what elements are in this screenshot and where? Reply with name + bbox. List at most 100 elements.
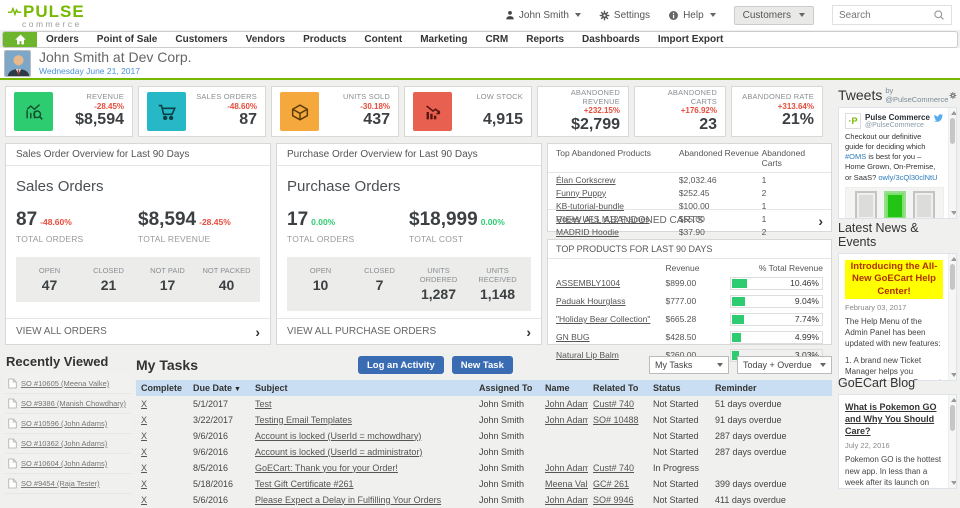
task-related-link[interactable]: GC# 261 bbox=[593, 479, 629, 489]
kpi-card-units-sold[interactable]: UNITS SOLD -30.18% 437 bbox=[271, 86, 399, 137]
top-product-link[interactable]: Paduak Hourglass bbox=[556, 296, 625, 306]
search-icon[interactable] bbox=[933, 9, 945, 21]
task-complete-link[interactable]: X bbox=[141, 399, 147, 409]
task-related-link[interactable]: Cust# 740 bbox=[593, 399, 634, 409]
tweets-settings-icon[interactable] bbox=[949, 91, 957, 100]
abandoned-product-link[interactable]: Élan Corkscrew bbox=[556, 175, 616, 185]
kpi-card-abandoned-carts[interactable]: ABANDONED CARTS +176.92% 23 bbox=[634, 86, 726, 137]
kpi-card-abandoned-revenue[interactable]: ABANDONED REVENUE +232.15% $2,799 bbox=[537, 86, 629, 137]
view-all-orders-link[interactable]: VIEW ALL ORDERS› bbox=[6, 318, 270, 344]
recently-viewed-item[interactable]: SO #10362 (John Adams) bbox=[5, 434, 131, 454]
document-icon bbox=[8, 378, 17, 389]
new-task-button[interactable]: New Task bbox=[452, 356, 513, 374]
recently-viewed-item[interactable]: SO #10596 (John Adams) bbox=[5, 414, 131, 434]
purchase-stat: UNITS RECEIVED 1,148 bbox=[468, 266, 527, 302]
task-complete-link[interactable]: X bbox=[141, 431, 147, 441]
settings-menu[interactable]: Settings bbox=[599, 10, 650, 21]
tasks-table: Complete Due Date▼ Subject Assigned To N… bbox=[136, 380, 832, 508]
col-due-date[interactable]: Due Date▼ bbox=[188, 380, 250, 396]
view-all-purchase-orders-link[interactable]: VIEW ALL PURCHASE ORDERS› bbox=[277, 318, 541, 344]
task-related-link[interactable]: SO# 10488 bbox=[593, 415, 639, 425]
kpi-card-low-stock[interactable]: LOW STOCK 4,915 bbox=[404, 86, 532, 137]
nav-item[interactable]: Point of Sale bbox=[88, 32, 167, 47]
kpi-card-sales-orders[interactable]: SALES ORDERS -48.60% 87 bbox=[138, 86, 266, 137]
top-product-link[interactable]: GN BUG bbox=[556, 332, 590, 342]
task-complete-link[interactable]: X bbox=[141, 463, 147, 473]
task-name-link[interactable]: John Adams bbox=[545, 399, 588, 409]
nav-item[interactable]: Reports bbox=[517, 32, 573, 47]
task-complete-link[interactable]: X bbox=[141, 495, 147, 505]
home-button[interactable] bbox=[3, 32, 37, 47]
nav-item[interactable]: CRM bbox=[476, 32, 517, 47]
col-related-to[interactable]: Related To bbox=[588, 380, 648, 396]
task-complete-link[interactable]: X bbox=[141, 415, 147, 425]
tweets-scrollbar[interactable] bbox=[948, 108, 956, 218]
kpi-card-revenue[interactable]: REVENUE -28.45% $8,594 bbox=[5, 86, 133, 137]
sales-panel-header: Sales Order Overview for Last 90 Days bbox=[6, 144, 270, 166]
kpi-card-abandoned-rate[interactable]: ABANDONED RATE +313.64% 21% bbox=[731, 86, 823, 137]
task-name-link[interactable]: John Adams bbox=[545, 495, 588, 505]
recently-viewed-item[interactable]: SO #10605 (Meena Valke) bbox=[5, 374, 131, 394]
purchase-stat: OPEN 10 bbox=[291, 266, 350, 302]
kpi-value: $8,594 bbox=[53, 111, 124, 129]
recently-viewed-item[interactable]: SO #9386 (Manish Chowdhary) bbox=[5, 394, 131, 414]
task-related-link[interactable]: SO# 9946 bbox=[593, 495, 634, 505]
top-product-link[interactable]: ASSEMBLY1004 bbox=[556, 278, 620, 288]
nav-item[interactable]: Marketing bbox=[411, 32, 476, 47]
news-headline-link[interactable]: Introducing the All-New GoECart Help Cen… bbox=[845, 260, 943, 299]
task-complete-link[interactable]: X bbox=[141, 479, 147, 489]
help-menu[interactable]: Help bbox=[668, 10, 716, 21]
col-name[interactable]: Name bbox=[540, 380, 588, 396]
tweet-image-doors[interactable] bbox=[845, 187, 944, 219]
col-reminder[interactable]: Reminder bbox=[710, 380, 832, 396]
task-name-link[interactable]: John Adams bbox=[545, 463, 588, 473]
task-subject-link[interactable]: Testing Email Templates bbox=[255, 415, 352, 425]
abandoned-product-link[interactable]: Funny Puppy bbox=[556, 188, 606, 198]
search-scope-select[interactable]: Customers bbox=[734, 6, 814, 25]
view-all-abandoned-carts-link[interactable]: VIEW ALL ABANDONED CARTS› bbox=[548, 209, 831, 231]
tweets-by-label[interactable]: by @PulseCommerce bbox=[885, 86, 949, 104]
tweet-account-handle[interactable]: @PulseCommerce bbox=[865, 122, 930, 129]
task-name-link[interactable]: John Adams bbox=[545, 415, 588, 425]
task-related-link[interactable]: Cust# 740 bbox=[593, 463, 634, 473]
nav-item[interactable]: Orders bbox=[37, 32, 88, 47]
pct-revenue-bar: 10.46% bbox=[730, 277, 823, 290]
tweet-url-link[interactable]: owly/3cQl30clNtU bbox=[878, 173, 937, 182]
nav-item[interactable]: Products bbox=[294, 32, 355, 47]
nav-item[interactable]: Vendors bbox=[237, 32, 294, 47]
user-menu[interactable]: John Smith bbox=[505, 10, 581, 21]
purchase-stat: CLOSED 7 bbox=[350, 266, 409, 302]
task-name-link[interactable]: Meena Valke bbox=[545, 479, 588, 489]
news-scrollbar[interactable] bbox=[948, 254, 956, 380]
col-complete[interactable]: Complete bbox=[136, 380, 188, 396]
kpi-label: ABANDONED REVENUE bbox=[546, 89, 620, 106]
task-complete-link[interactable]: X bbox=[141, 447, 147, 457]
task-subject-link[interactable]: Account is locked (UserId = mchowdhary) bbox=[255, 431, 421, 441]
col-subject[interactable]: Subject bbox=[250, 380, 474, 396]
blog-headline-link[interactable]: What is Pokemon GO and Why You Should Ca… bbox=[845, 401, 943, 437]
nav-item[interactable]: Dashboards bbox=[573, 32, 649, 47]
top-product-revenue: $899.00 bbox=[665, 278, 729, 288]
nav-item[interactable]: Customers bbox=[166, 32, 236, 47]
nav-item[interactable]: Content bbox=[355, 32, 411, 47]
search-input[interactable] bbox=[839, 10, 933, 21]
nav-item[interactable]: Import Export bbox=[649, 32, 733, 47]
task-subject-link[interactable]: Test bbox=[255, 399, 272, 409]
tasks-range-select[interactable]: Today + Overdue bbox=[737, 356, 832, 374]
task-subject-link[interactable]: Account is locked (UserId = administrato… bbox=[255, 447, 422, 457]
col-assigned-to[interactable]: Assigned To bbox=[474, 380, 540, 396]
tasks-scope-select[interactable]: My Tasks bbox=[649, 356, 729, 374]
top-product-link[interactable]: "Holiday Bear Collection" bbox=[556, 314, 650, 324]
tweet-account-name[interactable]: Pulse Commerce bbox=[865, 113, 930, 122]
gear-icon bbox=[599, 10, 610, 21]
recently-viewed-item[interactable]: SO #9454 (Raja Tester) bbox=[5, 474, 131, 494]
task-subject-link[interactable]: GoECart: Thank you for your Order! bbox=[255, 463, 398, 473]
task-subject-link[interactable]: Test Gift Certificate #261 bbox=[255, 479, 354, 489]
log-activity-button[interactable]: Log an Activity bbox=[358, 356, 444, 374]
col-status[interactable]: Status bbox=[648, 380, 710, 396]
task-subject-link[interactable]: Please Expect a Delay in Fulfilling Your… bbox=[255, 495, 441, 505]
tasks-scope-value: My Tasks bbox=[655, 360, 692, 370]
blog-scrollbar[interactable] bbox=[948, 395, 956, 488]
recently-viewed-item[interactable]: SO #10604 (John Adams) bbox=[5, 454, 131, 474]
tweet-hashtag-link[interactable]: #OMS bbox=[845, 152, 866, 161]
